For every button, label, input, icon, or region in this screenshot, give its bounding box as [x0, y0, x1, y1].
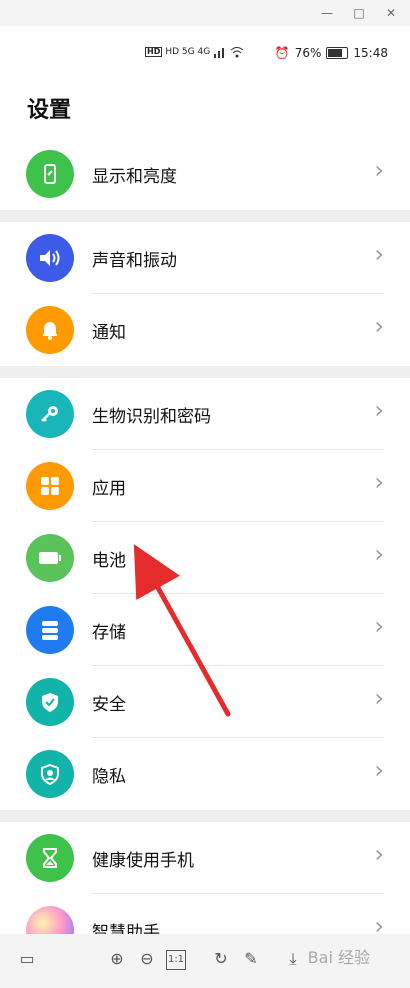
- actual-size-button[interactable]: 1:1: [166, 950, 186, 970]
- actual-size-label: 1:1: [167, 954, 185, 965]
- rotate-icon: ↻: [214, 949, 228, 968]
- phone-screen: HD HD 5G 4G ⏰ 76% 15:48 设置 显示和亮度 › 声音和振动…: [0, 26, 410, 934]
- layout-icon: ▭: [19, 949, 35, 968]
- download-icon: ⤓: [289, 949, 297, 968]
- minimize-button[interactable]: —: [318, 4, 336, 22]
- watermark: Bai 经验: [307, 948, 370, 967]
- maximize-button[interactable]: □: [350, 4, 368, 22]
- download-button[interactable]: ⤓: [282, 948, 304, 970]
- close-icon: ✕: [385, 6, 397, 20]
- pencil-icon: ✎: [244, 949, 258, 968]
- window-titlebar: — □ ✕: [0, 0, 410, 26]
- maximize-icon: □: [353, 6, 365, 20]
- rotate-button[interactable]: ↻: [210, 948, 232, 970]
- minimize-icon: —: [321, 6, 333, 20]
- thumbnail-button[interactable]: ▭: [16, 948, 38, 970]
- zoom-in-button[interactable]: ⊕: [106, 948, 128, 970]
- close-button[interactable]: ✕: [382, 4, 400, 22]
- zoom-out-button[interactable]: ⊖: [136, 948, 158, 970]
- edit-button[interactable]: ✎: [240, 948, 262, 970]
- zoom-out-icon: ⊖: [140, 949, 154, 968]
- zoom-in-icon: ⊕: [110, 949, 124, 968]
- annotation-arrow: [133, 544, 231, 717]
